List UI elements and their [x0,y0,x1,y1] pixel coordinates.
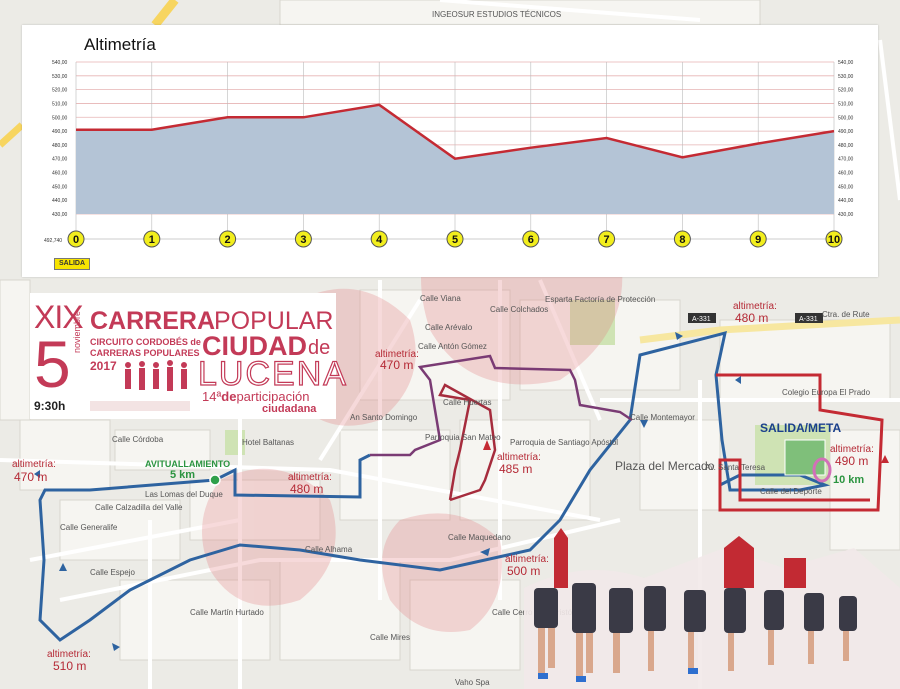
y-tick-label: 480,00 [838,143,854,149]
svg-text:INGEOSUR ESTUDIOS TÉCNICOS: INGEOSUR ESTUDIOS TÉCNICOS [432,10,561,19]
y-tick-label: 430,00 [838,212,854,218]
y-tick-label: 430,00 [52,212,68,218]
svg-text:510 m: 510 m [53,659,86,673]
svg-text:Av. Santa Teresa: Av. Santa Teresa [705,463,766,472]
y-tick-label: 500,00 [838,115,854,121]
y-tick-label: 470,00 [838,157,854,163]
svg-text:A-331: A-331 [799,316,818,323]
elevation-panel: 430,00 440,00 450,00 460,00 470,00 480,00 490,… [22,25,878,277]
svg-text:Las Lomas del Duque: Las Lomas del Duque [145,490,223,499]
km-label: 6 [528,234,534,246]
y-tick-label: 540,00 [838,60,854,66]
svg-text:485 m: 485 m [499,462,532,476]
svg-text:480 m: 480 m [735,311,768,325]
km-label: 3 [300,234,306,246]
aid-station-label: AVITUALLAMIENTO [145,459,230,469]
svg-text:An Santo Domingo: An Santo Domingo [350,413,418,422]
svg-text:Ctra. de Rute: Ctra. de Rute [822,310,870,319]
svg-text:Calle Antón Gómez: Calle Antón Gómez [418,342,487,351]
km-label: 1 [149,234,155,246]
svg-text:Parroquia San Mateo: Parroquia San Mateo [425,433,501,442]
event-year: 2017 [90,359,117,373]
svg-text:Esparta Factoría de Protección: Esparta Factoría de Protección [545,295,655,304]
stadium-field [784,439,826,476]
svg-text:Calle Viana: Calle Viana [420,294,461,303]
y-tick-label: 530,00 [838,74,854,80]
svg-text:altimetría:: altimetría: [12,459,56,470]
y-tick-label: 490,00 [838,129,854,135]
svg-text:Calle Alhama: Calle Alhama [305,545,353,554]
km-label: 9 [755,234,761,246]
svg-text:470 m: 470 m [14,470,47,484]
svg-text:Vaho Spa: Vaho Spa [455,678,490,687]
km-label: 0 [73,234,79,246]
y-tick-label: 460,00 [52,171,68,177]
km-label: 5 [452,234,458,246]
km-label: 7 [604,234,610,246]
svg-text:Colegio Europa El Prado: Colegio Europa El Prado [782,388,871,397]
circuit-line-1: CIRCUITO CORDOBÉS de [90,337,201,347]
start-time: 9:30h [34,399,66,413]
svg-text:Parroquia de Santiago Apóstol: Parroquia de Santiago Apóstol [510,438,618,447]
y-tick-label: 500,00 [52,115,68,121]
event-day: 5 [34,327,71,401]
y-tick-label: 460,00 [838,171,854,177]
runners-silhouette-icon [125,360,187,391]
svg-text:480 m: 480 m [290,482,323,496]
svg-text:Calle Montemayor: Calle Montemayor [630,413,695,422]
svg-text:490 m: 490 m [835,454,868,468]
svg-text:A-331: A-331 [692,316,711,323]
svg-text:Calle del Deporte: Calle del Deporte [760,487,822,496]
event-logo: XIX CARRERA POPULAR 5 noviembre CIRCUITO… [30,293,347,419]
y-tick-label: 530,00 [52,74,68,80]
y-tick-label: 450,00 [52,184,68,190]
participation-line: 14ªdeparticipación [202,389,310,404]
svg-text:Calle Arévalo: Calle Arévalo [425,323,473,332]
event-month: noviembre [72,310,82,353]
elevation-title: Altimetría [84,35,156,54]
svg-text:Calle Colchados: Calle Colchados [490,305,548,314]
svg-text:Calle Maquedano: Calle Maquedano [448,533,511,542]
svg-text:Plaza del Mercado: Plaza del Mercado [615,459,715,473]
y-tick-label: 510,00 [52,101,68,107]
y-tick-label: 520,00 [52,88,68,94]
y-tick-label: 450,00 [838,184,854,190]
svg-text:Calle Huertas: Calle Huertas [443,398,491,407]
axis-value-left: 492,740 [44,238,62,244]
finish-km: 10 km [833,474,864,486]
km-label: 2 [225,234,231,246]
y-tick-label: 480,00 [52,143,68,149]
km-label: 4 [376,234,383,246]
svg-text:Calle Córdoba: Calle Córdoba [112,435,164,444]
circuit-line-2: CARRERAS POPULARES [90,348,200,358]
elevation-chart: 430,00 440,00 450,00 460,00 470,00 480,00 490,… [44,60,854,248]
y-tick-label: 510,00 [838,101,854,107]
y-tick-label: 440,00 [838,198,854,204]
svg-text:470 m: 470 m [380,358,413,372]
km-label: 10 [828,234,840,246]
y-tick-label: 520,00 [838,88,854,94]
start-finish-label: SALIDA/META [760,421,841,435]
start-tag: SALIDA [54,258,90,270]
svg-text:Calle Generalife: Calle Generalife [60,523,118,532]
svg-text:Calle Calzadilla del Valle: Calle Calzadilla del Valle [95,503,183,512]
participation-word: ciudadana [262,403,317,415]
svg-text:Calle Espejo: Calle Espejo [90,568,135,577]
svg-text:Hotel Baltanas: Hotel Baltanas [242,438,294,447]
title-carrera: CARRERA [90,307,215,335]
y-tick-label: 490,00 [52,129,68,135]
svg-text:Calle Martín Hurtado: Calle Martín Hurtado [190,608,264,617]
sponsor-strip [90,401,190,411]
aid-station-marker[interactable] [209,474,221,486]
svg-text:Calle Mires: Calle Mires [370,633,410,642]
runners-photo [524,528,900,689]
y-tick-label: 470,00 [52,157,68,163]
km-label: 8 [679,234,685,246]
y-tick-label: 440,00 [52,198,68,204]
aid-station-km: 5 km [170,469,195,481]
y-tick-label: 540,00 [52,60,68,66]
